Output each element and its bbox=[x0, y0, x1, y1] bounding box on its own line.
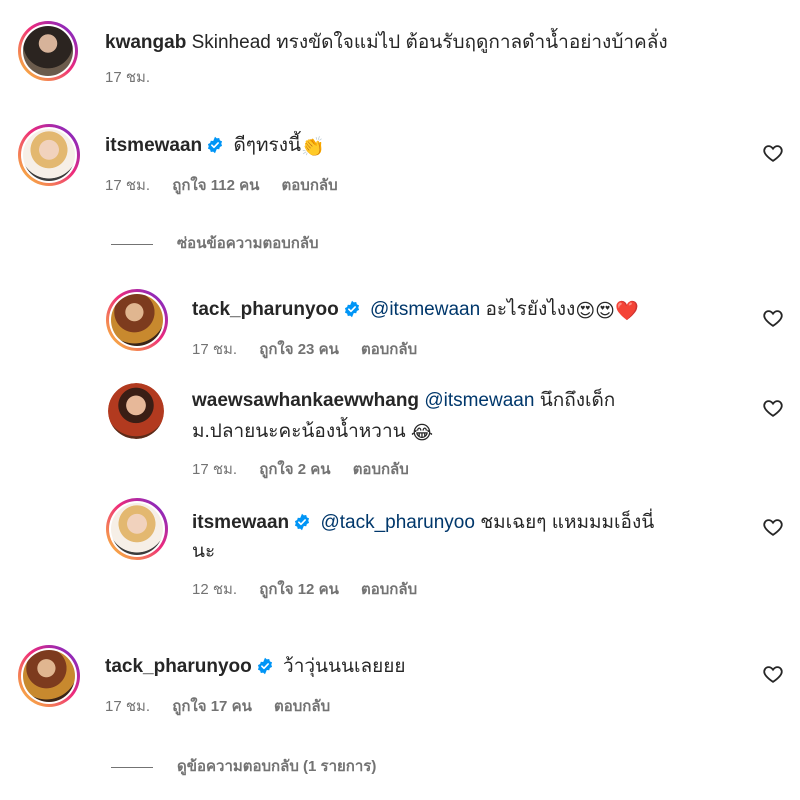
comment-username[interactable]: tack_pharunyoo bbox=[105, 656, 252, 677]
mention-link[interactable]: @itsmewaan bbox=[424, 390, 534, 411]
like-heart-icon[interactable] bbox=[762, 516, 784, 538]
like-heart-icon[interactable] bbox=[762, 397, 784, 419]
mention-link[interactable]: @itsmewaan bbox=[370, 299, 480, 320]
hide-replies-toggle[interactable]: ซ่อนข้อความตอบกลับ bbox=[111, 234, 319, 254]
comment-3-meta: 17 ชม. ถูกใจ 17 คน ตอบกลับ bbox=[105, 697, 348, 717]
comment-time[interactable]: 17 ชม. bbox=[105, 69, 150, 86]
reply-2-text-line2: ม.ปลายนะคะน้องน้ำหวาน 😂 bbox=[192, 418, 433, 448]
comment-body-continued: นะ bbox=[192, 541, 216, 562]
comment-body: ชมเฉยๆ แหมมมเอ็งนี่ bbox=[480, 512, 655, 533]
view-replies-toggle[interactable]: ดูข้อความตอบกลับ (1 รายการ) bbox=[111, 757, 376, 777]
verified-badge-icon bbox=[208, 136, 223, 154]
comment-time[interactable]: 12 ชม. bbox=[192, 581, 237, 598]
comment-likes[interactable]: ถูกใจ 17 คน bbox=[172, 698, 252, 715]
comment-2-text: itsmewaan ดีๆทรงนี้👏 bbox=[105, 132, 325, 162]
reply-2-meta: 17 ชม. ถูกใจ 2 คน ตอบกลับ bbox=[192, 460, 427, 480]
comment-body: Skinhead ทรงขัดใจแม่ไป ต้อนรับฤดูกาลดำน้… bbox=[191, 32, 668, 53]
comment-body-continued: ม.ปลายนะคะน้องน้ำหวาน bbox=[192, 421, 406, 442]
like-heart-icon[interactable] bbox=[762, 142, 784, 164]
avatar-kwangab[interactable] bbox=[18, 21, 78, 81]
comment-username[interactable]: itsmewaan bbox=[192, 512, 289, 533]
heart-eyes-emoji: 😍😍❤️ bbox=[575, 301, 639, 322]
comment-likes[interactable]: ถูกใจ 23 คน bbox=[259, 341, 339, 358]
comment-time[interactable]: 17 ชม. bbox=[105, 177, 150, 194]
comment-body: ดีๆทรงนี้ bbox=[233, 135, 301, 156]
reply-1-text: tack_pharunyoo @itsmewaan อะไรยังไงง😍😍❤️ bbox=[192, 296, 639, 326]
reply-1-meta: 17 ชม. ถูกใจ 23 คน ตอบกลับ bbox=[192, 340, 435, 360]
view-replies-label: ดูข้อความตอบกลับ (1 รายการ) bbox=[177, 758, 377, 775]
comment-time[interactable]: 17 ชม. bbox=[105, 698, 150, 715]
clapping-hands-emoji: 👏 bbox=[300, 137, 325, 158]
comment-username[interactable]: waewsawhankaewwhang bbox=[192, 390, 419, 411]
comment-likes[interactable]: ถูกใจ 2 คน bbox=[259, 461, 330, 478]
comment-body: อะไรยังไงง bbox=[485, 299, 576, 320]
comment-1-meta: 17 ชม. bbox=[105, 68, 168, 88]
comment-likes[interactable]: ถูกใจ 12 คน bbox=[259, 581, 339, 598]
divider-line bbox=[111, 766, 153, 768]
comment-username[interactable]: itsmewaan bbox=[105, 135, 202, 156]
verified-badge-icon bbox=[257, 657, 272, 675]
divider-line bbox=[111, 243, 153, 245]
comment-2-meta: 17 ชม. ถูกใจ 112 คน ตอบกลับ bbox=[105, 176, 356, 196]
avatar-tack-pharunyoo[interactable] bbox=[18, 645, 80, 707]
avatar-waewsawhankaewwhang[interactable] bbox=[108, 383, 164, 439]
reply-2-text-line1: waewsawhankaewwhang @itsmewaan นึกถึงเด็… bbox=[192, 387, 615, 415]
avatar-tack-pharunyoo[interactable] bbox=[106, 289, 168, 351]
reply-button[interactable]: ตอบกลับ bbox=[361, 341, 417, 358]
reply-button[interactable]: ตอบกลับ bbox=[361, 581, 417, 598]
verified-badge-icon bbox=[295, 513, 310, 531]
avatar-itsmewaan[interactable] bbox=[18, 124, 80, 186]
like-heart-icon[interactable] bbox=[762, 663, 784, 685]
comment-1-text: kwangab Skinhead ทรงขัดใจแม่ไป ต้อนรับฤด… bbox=[105, 29, 668, 57]
comment-time[interactable]: 17 ชม. bbox=[192, 341, 237, 358]
comment-body: ว้าวุ่นนนเลยยย bbox=[283, 656, 406, 677]
comment-body: นึกถึงเด็ก bbox=[539, 390, 616, 411]
reply-button[interactable]: ตอบกลับ bbox=[274, 698, 330, 715]
verified-badge-icon bbox=[344, 300, 359, 318]
comment-likes[interactable]: ถูกใจ 112 คน bbox=[172, 177, 259, 194]
comment-username[interactable]: kwangab bbox=[105, 32, 186, 53]
comment-3-text: tack_pharunyoo ว้าวุ่นนนเลยยย bbox=[105, 653, 406, 681]
mention-link[interactable]: @tack_pharunyoo bbox=[320, 512, 475, 533]
reply-button[interactable]: ตอบกลับ bbox=[282, 177, 338, 194]
reply-button[interactable]: ตอบกลับ bbox=[353, 461, 409, 478]
comment-username[interactable]: tack_pharunyoo bbox=[192, 299, 339, 320]
like-heart-icon[interactable] bbox=[762, 307, 784, 329]
reply-3-text-line2: นะ bbox=[192, 538, 215, 566]
hide-replies-label: ซ่อนข้อความตอบกลับ bbox=[177, 235, 319, 252]
avatar-itsmewaan[interactable] bbox=[106, 498, 168, 560]
reply-3-meta: 12 ชม. ถูกใจ 12 คน ตอบกลับ bbox=[192, 580, 435, 600]
reply-3-text-line1: itsmewaan @tack_pharunyoo ชมเฉยๆ แหมมมเอ… bbox=[192, 509, 654, 537]
comment-time[interactable]: 17 ชม. bbox=[192, 461, 237, 478]
tears-of-joy-emoji: 😂 bbox=[410, 423, 434, 444]
